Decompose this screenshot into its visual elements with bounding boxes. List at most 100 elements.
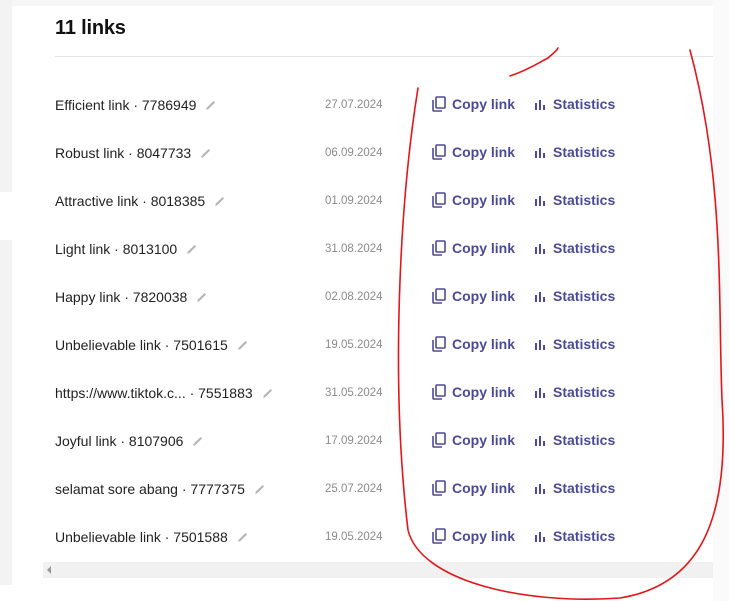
copy-link-button[interactable]: Copy link bbox=[432, 96, 515, 112]
pencil-icon[interactable] bbox=[253, 483, 266, 496]
pencil-icon[interactable] bbox=[236, 339, 249, 352]
bar-chart-icon bbox=[535, 388, 545, 398]
link-date: 31.08.2024 bbox=[325, 243, 383, 255]
link-name-cell: Unbelievable link · 7501588 bbox=[55, 529, 249, 545]
link-date: 02.08.2024 bbox=[325, 291, 383, 303]
link-row: Light link · 8013100 31.08.2024 Copy lin… bbox=[0, 225, 713, 273]
statistics-label: Statistics bbox=[553, 432, 616, 448]
bar-chart-icon bbox=[535, 532, 545, 542]
link-name-cell: Efficient link · 7786949 bbox=[55, 97, 217, 113]
link-name: selamat sore abang · 7777375 bbox=[55, 481, 245, 497]
copy-link-button[interactable]: Copy link bbox=[432, 192, 515, 208]
statistics-label: Statistics bbox=[553, 336, 616, 352]
statistics-label: Statistics bbox=[553, 144, 616, 160]
copy-link-button[interactable]: Copy link bbox=[432, 336, 515, 352]
copy-link-button[interactable]: Copy link bbox=[432, 288, 515, 304]
statistics-label: Statistics bbox=[553, 240, 616, 256]
copy-link-label: Copy link bbox=[452, 240, 516, 256]
link-name-cell: Attractive link · 8018385 bbox=[55, 193, 226, 209]
copy-icon bbox=[432, 480, 446, 496]
header-divider bbox=[55, 56, 713, 57]
statistics-label: Statistics bbox=[553, 480, 616, 496]
copy-link-label: Copy link bbox=[452, 480, 516, 496]
links-count-title: 11 links bbox=[55, 17, 126, 39]
pencil-icon[interactable] bbox=[185, 243, 198, 256]
statistics-button[interactable]: Statistics bbox=[535, 432, 615, 448]
copy-link-button[interactable]: Copy link bbox=[432, 432, 515, 448]
copy-icon bbox=[432, 240, 446, 256]
copy-icon bbox=[432, 288, 446, 304]
link-row: Happy link · 7820038 02.08.2024 Copy lin… bbox=[0, 273, 713, 321]
bar-chart-icon bbox=[535, 148, 545, 158]
copy-icon bbox=[432, 528, 446, 544]
copy-link-button[interactable]: Copy link bbox=[432, 240, 515, 256]
copy-link-label: Copy link bbox=[452, 384, 516, 400]
link-date: 17.09.2024 bbox=[325, 435, 383, 447]
link-row: Unbelievable link · 7501588 19.05.2024 C… bbox=[0, 513, 713, 561]
link-row: Efficient link · 7786949 27.07.2024 Copy… bbox=[0, 81, 713, 129]
pencil-icon[interactable] bbox=[195, 291, 208, 304]
statistics-button[interactable]: Statistics bbox=[535, 384, 615, 400]
statistics-button[interactable]: Statistics bbox=[535, 528, 615, 544]
bar-chart-icon bbox=[535, 196, 545, 206]
link-name: Unbelievable link · 7501588 bbox=[55, 529, 228, 545]
link-date: 25.07.2024 bbox=[325, 483, 383, 495]
link-date: 19.05.2024 bbox=[325, 531, 383, 543]
copy-icon bbox=[432, 144, 446, 160]
link-name-cell: Happy link · 7820038 bbox=[55, 289, 208, 305]
copy-icon bbox=[432, 96, 446, 112]
pencil-icon[interactable] bbox=[199, 147, 212, 160]
statistics-button[interactable]: Statistics bbox=[535, 192, 615, 208]
link-row: Joyful link · 8107906 17.09.2024 Copy li… bbox=[0, 417, 713, 465]
copy-link-button[interactable]: Copy link bbox=[432, 144, 515, 160]
scroll-left-arrow-icon[interactable] bbox=[47, 566, 51, 574]
link-date: 01.09.2024 bbox=[325, 195, 383, 207]
statistics-button[interactable]: Statistics bbox=[535, 96, 615, 112]
pencil-icon[interactable] bbox=[191, 435, 204, 448]
statistics-button[interactable]: Statistics bbox=[535, 288, 615, 304]
copy-icon bbox=[432, 336, 446, 352]
link-name-cell: https://www.tiktok.c... · 7551883 bbox=[55, 385, 274, 401]
statistics-button[interactable]: Statistics bbox=[535, 144, 615, 160]
copy-link-label: Copy link bbox=[452, 144, 516, 160]
copy-link-label: Copy link bbox=[452, 288, 516, 304]
link-name: Efficient link · 7786949 bbox=[55, 97, 197, 113]
link-name-cell: Light link · 8013100 bbox=[55, 241, 198, 257]
copy-icon bbox=[432, 192, 446, 208]
pencil-icon[interactable] bbox=[236, 531, 249, 544]
statistics-button[interactable]: Statistics bbox=[535, 240, 615, 256]
link-name-cell: selamat sore abang · 7777375 bbox=[55, 481, 266, 497]
link-date: 31.05.2024 bbox=[325, 387, 383, 399]
link-name: Robust link · 8047733 bbox=[55, 145, 192, 161]
copy-link-label: Copy link bbox=[452, 192, 516, 208]
link-name: Light link · 8013100 bbox=[55, 241, 178, 257]
bar-chart-icon bbox=[535, 244, 545, 254]
link-name: https://www.tiktok.c... · 7551883 bbox=[55, 385, 253, 401]
pencil-icon[interactable] bbox=[261, 387, 274, 400]
copy-link-label: Copy link bbox=[452, 432, 516, 448]
copy-icon bbox=[432, 432, 446, 448]
link-name: Happy link · 7820038 bbox=[55, 289, 188, 305]
statistics-button[interactable]: Statistics bbox=[535, 336, 615, 352]
statistics-button[interactable]: Statistics bbox=[535, 480, 615, 496]
copy-link-button[interactable]: Copy link bbox=[432, 528, 515, 544]
copy-link-button[interactable]: Copy link bbox=[432, 480, 515, 496]
statistics-label: Statistics bbox=[553, 288, 616, 304]
link-row: https://www.tiktok.c... · 7551883 31.05.… bbox=[0, 369, 713, 417]
link-date: 19.05.2024 bbox=[325, 339, 383, 351]
link-row: Unbelievable link · 7501615 19.05.2024 C… bbox=[0, 321, 713, 369]
link-row: selamat sore abang · 7777375 25.07.2024 … bbox=[0, 465, 713, 513]
link-name-cell: Joyful link · 8107906 bbox=[55, 433, 204, 449]
copy-link-button[interactable]: Copy link bbox=[432, 384, 515, 400]
link-date: 06.09.2024 bbox=[325, 147, 383, 159]
horizontal-scrollbar[interactable] bbox=[43, 562, 713, 578]
right-page-edge bbox=[713, 0, 729, 601]
pencil-icon[interactable] bbox=[213, 195, 226, 208]
bar-chart-icon bbox=[535, 292, 545, 302]
copy-link-label: Copy link bbox=[452, 96, 516, 112]
copy-link-label: Copy link bbox=[452, 528, 516, 544]
link-name-cell: Robust link · 8047733 bbox=[55, 145, 212, 161]
bar-chart-icon bbox=[535, 436, 545, 446]
pencil-icon[interactable] bbox=[204, 99, 217, 112]
copy-icon bbox=[432, 384, 446, 400]
